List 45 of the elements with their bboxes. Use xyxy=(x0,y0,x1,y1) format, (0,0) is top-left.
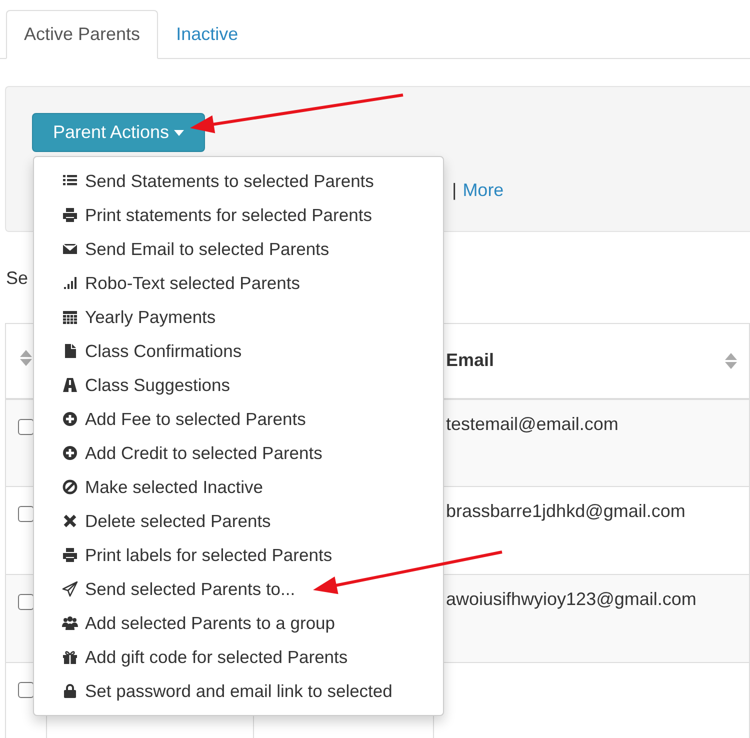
more-link[interactable]: More xyxy=(462,179,504,201)
calendar-icon xyxy=(62,309,78,325)
menu-item[interactable]: Class Suggestions xyxy=(34,368,443,402)
caret-icon xyxy=(174,130,184,136)
plus-circle-icon xyxy=(62,411,78,427)
menu-item[interactable]: Add Fee to selected Parents xyxy=(34,402,443,436)
table-cell: brassbarre1jdhkd@gmail.com xyxy=(446,501,686,521)
file-icon xyxy=(62,343,78,359)
separator: | xyxy=(452,179,457,201)
row-checkbox[interactable] xyxy=(18,418,34,434)
menu-item[interactable]: Send Email to selected Parents xyxy=(34,232,443,266)
plus-circle-icon xyxy=(62,445,78,461)
close-icon xyxy=(62,513,78,529)
menu-item[interactable]: Print labels for selected Parents xyxy=(34,538,443,572)
menu-item[interactable]: Add gift code for selected Parents xyxy=(34,640,443,674)
envelope-icon xyxy=(62,241,78,257)
column-header[interactable]: Email xyxy=(446,350,494,372)
road-icon xyxy=(62,377,78,393)
table-cell: testemail@email.com xyxy=(446,414,618,434)
printer-icon xyxy=(62,547,78,563)
menu-item[interactable]: Make selected Inactive xyxy=(34,470,443,504)
ban-icon xyxy=(62,479,78,495)
menu-item[interactable]: Robo-Text selected Parents xyxy=(34,266,443,300)
signal-icon xyxy=(62,275,78,291)
menu-item[interactable]: Send selected Parents to... xyxy=(34,572,443,606)
menu-item[interactable]: Delete selected Parents xyxy=(34,504,443,538)
menu-item[interactable]: Add selected Parents to a group xyxy=(34,606,443,640)
gift-icon xyxy=(62,649,78,665)
users-icon xyxy=(62,615,78,631)
menu-item[interactable]: Class Confirmations xyxy=(34,334,443,368)
row-checkbox[interactable] xyxy=(18,506,34,522)
row-checkbox[interactable] xyxy=(18,594,34,610)
menu-item[interactable]: Send Statements to selected Parents xyxy=(34,164,443,198)
menu-item[interactable]: Print statements for selected Parents xyxy=(34,198,443,232)
tab[interactable]: Active Parents xyxy=(6,10,158,59)
table-cell: awoiusifhwyioy123@gmail.com xyxy=(446,589,696,609)
printer-icon xyxy=(62,207,78,223)
menu-item[interactable]: Set password and email link to selected xyxy=(34,674,443,708)
search-label: Se xyxy=(6,267,28,289)
menu-item[interactable]: Yearly Payments xyxy=(34,300,443,334)
row-checkbox[interactable] xyxy=(18,682,34,698)
tab[interactable]: Inactive xyxy=(158,10,256,57)
paper-plane-icon xyxy=(62,581,78,597)
menu-item[interactable]: Add Credit to selected Parents xyxy=(34,436,443,470)
lock-icon xyxy=(62,683,78,699)
